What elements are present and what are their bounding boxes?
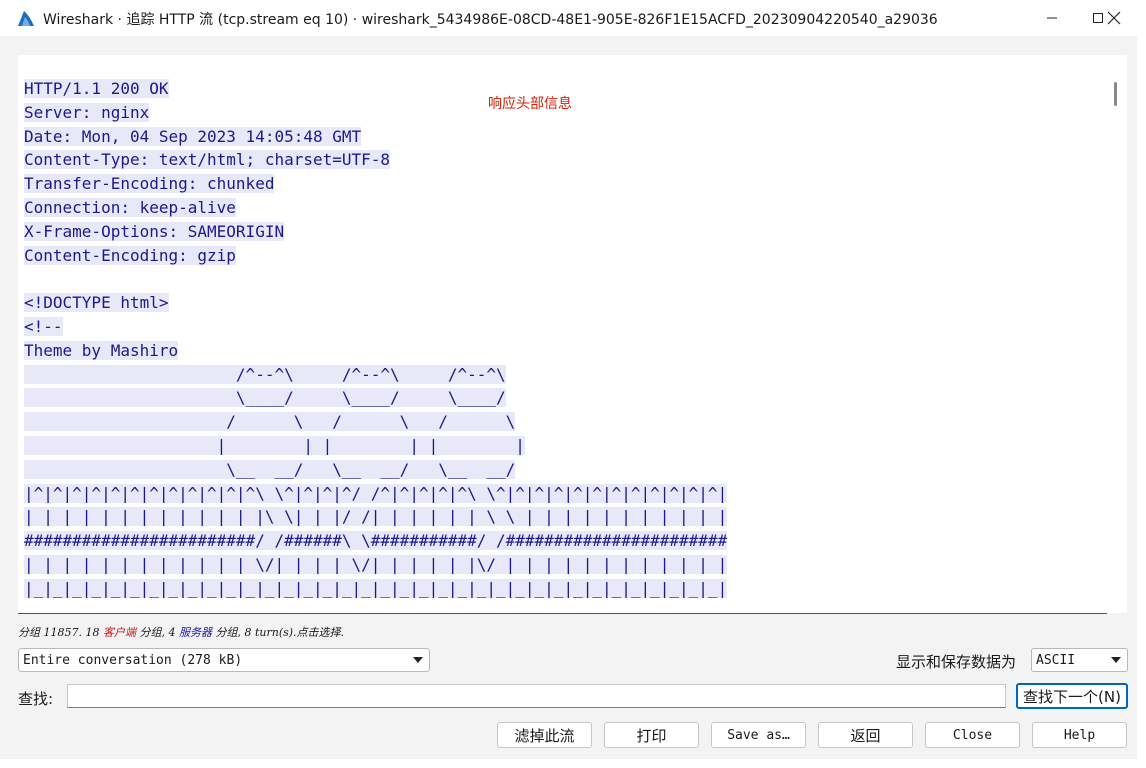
conversation-select-value: Entire conversation (278 kB) [23,652,243,668]
back-button[interactable]: 返回 [818,722,913,748]
stream-line-text: Theme by Mashiro [24,340,179,360]
stream-line: Content-Type: text/html; charset=UTF-8 [24,148,727,172]
print-button[interactable]: 打印 [604,722,699,748]
stream-line: |_|_|_|_|_|_|_|_|_|_|_|_|_|_|_|_|_|_|_|_… [24,577,728,601]
status-suffix: 分组, 8 turn(s).点击选择. [211,626,345,639]
stream-line-text: Date: Mon, 04 Sep 2023 14:05:48 GMT [24,126,362,146]
stream-line: Content-Encoding: gzip [24,244,727,268]
scrollbar-thumb[interactable] [1114,82,1117,106]
stream-line-text: \__ __/ \__ __/ \__ __/ [24,459,516,479]
stream-line: HTTP/1.1 200 OK [24,77,727,101]
close-icon [1107,11,1121,25]
server-label[interactable]: 服务器 [179,626,212,639]
stream-line-text: | | | | | | [24,435,525,455]
stream-line: Date: Mon, 04 Sep 2023 14:05:48 GMT [24,125,727,149]
stream-line [24,267,727,291]
follow-stream-window: Wireshark · 追踪 HTTP 流 (tcp.stream eq 10)… [0,0,1146,768]
stream-line-text: Transfer-Encoding: chunked [24,174,275,194]
stream-line-text: / \ / \ / \ [24,412,516,432]
dropdown-arrow-icon [413,657,423,663]
stream-line-text: X-Frame-Options: SAMEORIGIN [24,221,285,241]
format-label: 显示和保存数据为 [896,653,1017,671]
conversation-select[interactable]: Entire conversation (278 kB) [18,648,430,672]
close-dialog-button[interactable]: Close [925,722,1020,748]
dropdown-arrow-icon [1111,657,1121,663]
stream-line: \__ __/ \__ __/ \__ __/ [24,458,727,482]
stream-line: \____/ \____/ \____/ [24,386,727,410]
stream-line-text: Content-Type: text/html; charset=UTF-8 [24,150,391,170]
stream-line: | | | | | | | | | | | | \/| | | | \/| | … [24,553,728,577]
stream-line: | | | | | | | | | | | | |\ \| | |/ /| | … [24,505,728,529]
filter-out-button[interactable]: 滤掉此流 [497,722,592,748]
stream-line: <!-- [24,315,727,339]
client-label[interactable]: 客户端 [103,626,136,639]
window-title: Wireshark · 追踪 HTTP 流 (tcp.stream eq 10)… [43,12,938,28]
stream-line-text: /^--^\ /^--^\ /^--^\ [24,364,506,384]
stream-line: / \ / \ / \ [24,410,727,434]
vertical-scrollbar[interactable] [1107,55,1127,613]
title-bar[interactable]: Wireshark · 追踪 HTTP 流 (tcp.stream eq 10)… [0,0,1137,36]
find-input[interactable] [67,684,1006,708]
stream-line-text: Server: nginx [24,102,150,122]
stream-line-text: \____/ \____/ \____/ [24,388,506,408]
stream-line-text: |^|^|^|^|^|^|^|^|^|^|^|^\ \^|^|^|^/ /^|^… [24,483,728,503]
stream-line: X-Frame-Options: SAMEORIGIN [24,220,727,244]
packet-status-line: 分组 11857. 18 客户端 分组, 4 服务器 分组, 8 turn(s)… [18,624,344,640]
stream-line: <!DOCTYPE html> [24,291,727,315]
status-mid: 分组, 4 [135,626,179,639]
format-select-value: ASCII [1036,652,1076,668]
help-button[interactable]: Help [1032,722,1127,748]
status-prefix: 分组 11857. 18 [18,626,103,639]
wireshark-fin-icon [16,9,36,27]
stream-line-text: | | | | | | | | | | | | |\ \| | |/ /| | … [24,507,728,527]
stream-line-text: HTTP/1.1 200 OK [24,79,169,98]
stream-line-text [24,269,34,288]
stream-line-text: <!-- [24,316,63,336]
close-button[interactable] [1091,0,1137,36]
stream-content-area[interactable]: HTTP/1.1 200 OK Server: nginx Date: Mon, 0… [18,55,1107,614]
stream-line: | | | | | | [24,434,727,458]
background-edge [1137,0,1146,768]
find-label: 查找: [18,690,54,708]
stream-line: ########################/ /######\ \####… [24,529,728,553]
stream-line: /^--^\ /^--^\ /^--^\ [24,363,727,387]
stream-line: Theme by Mashiro [24,339,727,363]
stream-line-text: ########################/ /######\ \####… [24,531,728,551]
stream-line: Transfer-Encoding: chunked [24,172,727,196]
stream-line: Server: nginx [24,101,727,125]
stream-line-text: <!DOCTYPE html> [24,293,169,313]
stream-text: HTTP/1.1 200 OK Server: nginx Date: Mon, 0… [24,77,728,601]
save-as-button[interactable]: Save as… [711,722,806,748]
stream-line-text: | | | | | | | | | | | | \/| | | | \/| | … [24,554,728,574]
stream-line-text: |_|_|_|_|_|_|_|_|_|_|_|_|_|_|_|_|_|_|_|_… [24,578,728,598]
background-edge-bottom [0,759,1146,768]
stream-line-text: Connection: keep-alive [24,197,236,217]
stream-line-text: Content-Encoding: gzip [24,245,236,265]
format-select[interactable]: ASCII [1031,648,1128,672]
response-header-annotation: 响应头部信息 [488,96,572,112]
find-next-button[interactable]: 查找下一个(N) [1016,683,1128,709]
stream-line: Connection: keep-alive [24,196,727,220]
stream-line: |^|^|^|^|^|^|^|^|^|^|^|^\ \^|^|^|^/ /^|^… [24,482,728,506]
